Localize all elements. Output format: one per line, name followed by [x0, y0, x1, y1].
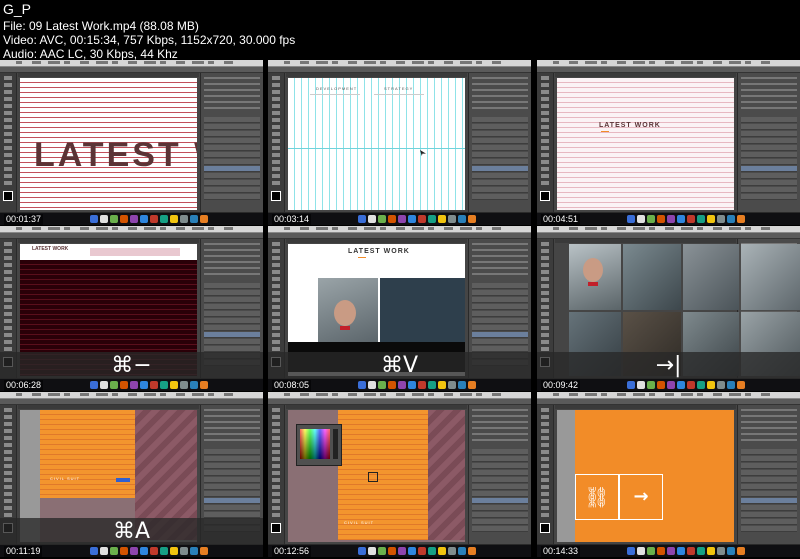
timestamp: 00:11:19 — [4, 546, 43, 557]
layers-panel — [737, 73, 800, 213]
thumbnail-7[interactable]: CIVIL SUIT ⌘A 00:11:19 — [0, 392, 263, 557]
document-tabs — [286, 239, 467, 243]
shortcut-overlay: →| — [537, 352, 800, 379]
timestamp: 00:06:28 — [4, 380, 44, 391]
menu-bar — [268, 226, 531, 233]
arrow-right-icon: → — [633, 486, 649, 507]
timestamp: 00:04:51 — [541, 214, 581, 225]
timestamp: 00:14:33 — [541, 546, 581, 557]
canvas: CIVIL SUIT — [288, 410, 465, 542]
timestamp: 00:09:42 — [541, 380, 581, 391]
tools-panel — [268, 405, 285, 545]
menu-bar — [537, 226, 800, 233]
document-tabs — [18, 239, 199, 243]
menu-bar — [537, 60, 800, 67]
timestamp: 00:03:14 — [272, 214, 312, 225]
thumbnail-1[interactable]: LATEST W 00:01:37 — [0, 60, 263, 225]
layers-panel — [200, 73, 263, 213]
document-tabs — [555, 239, 736, 243]
menu-bar — [537, 392, 800, 399]
caption-text: CIVIL SUIT — [344, 520, 375, 525]
tools-panel — [0, 73, 17, 213]
shortcut-overlay: ⌘V — [268, 352, 531, 379]
thumbnail-2[interactable]: DEVELOPMENT STRATEGY 00:03:14 — [268, 60, 531, 225]
timestamp: 00:08:05 — [272, 380, 312, 391]
thumbnail-6[interactable]: →| 00:09:42 — [537, 226, 800, 391]
link-icon: ⛓ — [584, 485, 610, 509]
menu-bar — [0, 226, 263, 233]
menu-bar — [0, 60, 263, 67]
headline-text: LATEST WORK — [348, 248, 410, 255]
timestamp: 00:12:56 — [272, 546, 312, 557]
document-tabs — [286, 405, 467, 409]
arrow-tile[interactable]: → — [619, 474, 663, 520]
column-heading-development: DEVELOPMENT — [316, 86, 358, 91]
tools-panel — [268, 73, 285, 213]
document-tabs — [18, 73, 199, 77]
menu-bar — [268, 392, 531, 399]
menu-bar — [0, 392, 263, 399]
headline-text: LATEST WORK — [32, 246, 69, 252]
color-picker-dialog[interactable] — [296, 424, 342, 466]
headline-text: LATEST W — [34, 136, 197, 174]
sheet-header: G_P File: 09 Latest Work.mp4 (88.08 MB) … — [0, 0, 800, 61]
layers-panel — [468, 405, 531, 545]
canvas: LATEST W — [20, 78, 197, 210]
document-tabs — [286, 73, 467, 77]
document-tabs — [18, 405, 199, 409]
canvas: ⛓ → — [557, 410, 734, 542]
document-tabs — [555, 73, 736, 77]
thumbnail-5[interactable]: LATEST WORK ⌘V 00:08:05 — [268, 226, 531, 391]
shortcut-overlay: ⌘− — [0, 352, 263, 379]
sheet-title: G_P — [3, 1, 32, 17]
layers-panel — [468, 73, 531, 213]
layers-panel — [737, 405, 800, 545]
thumbnail-4[interactable]: LATEST WORK ⌘− 00:06:28 — [0, 226, 263, 391]
column-heading-strategy: STRATEGY — [384, 86, 414, 91]
document-tabs — [555, 405, 736, 409]
video-info: Video: AVC, 00:15:34, 757 Kbps, 1152x720… — [3, 33, 296, 47]
caption-text: CIVIL SUIT — [50, 476, 81, 481]
menu-bar — [268, 60, 531, 67]
thumbnail-9[interactable]: ⛓ → 00:14:33 — [537, 392, 800, 557]
canvas: DEVELOPMENT STRATEGY — [288, 78, 465, 210]
file-info: File: 09 Latest Work.mp4 (88.08 MB) — [3, 19, 199, 33]
headline-text: LATEST WORK — [599, 122, 661, 129]
tools-panel — [537, 405, 554, 545]
timestamp: 00:01:37 — [4, 214, 44, 225]
shortcut-overlay: ⌘A — [0, 518, 263, 545]
tools-panel — [537, 73, 554, 213]
thumbnail-8[interactable]: CIVIL SUIT 00:12:56 — [268, 392, 531, 557]
audio-info: Audio: AAC LC, 30 Kbps, 44 Khz — [3, 47, 178, 61]
link-tile[interactable]: ⛓ — [575, 474, 619, 520]
canvas: LATEST WORK — [557, 78, 734, 210]
thumbnail-3[interactable]: LATEST WORK 00:04:51 — [537, 60, 800, 225]
